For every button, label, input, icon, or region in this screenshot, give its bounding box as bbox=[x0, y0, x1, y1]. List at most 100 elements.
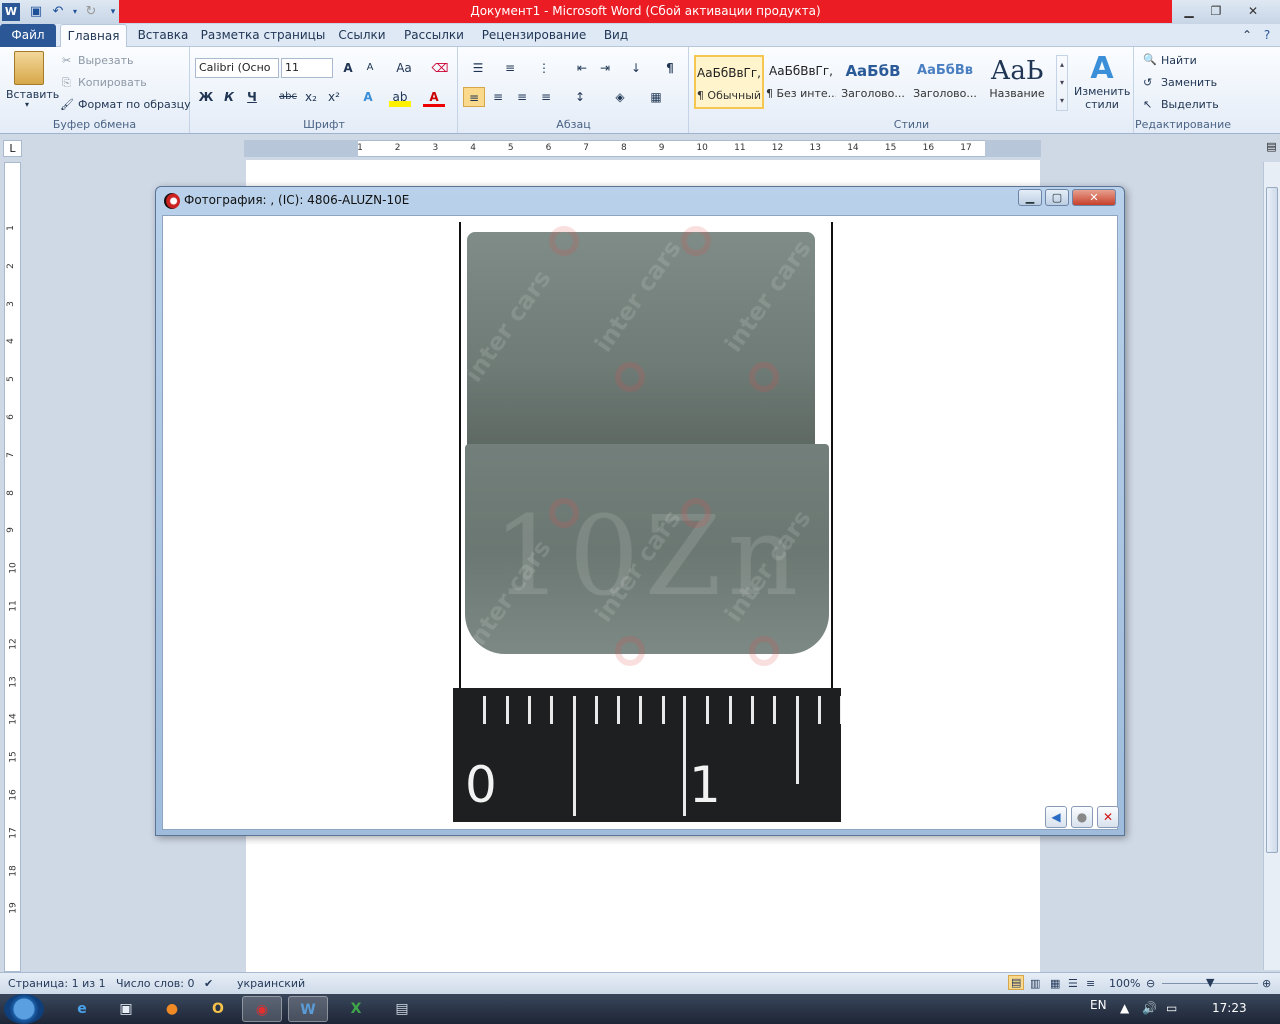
change-case-button[interactable]: Aa bbox=[391, 58, 417, 78]
change-styles-button[interactable]: A Изменить стили bbox=[1074, 53, 1130, 112]
tray-expand-icon[interactable]: ▲ bbox=[1120, 1001, 1129, 1015]
ruler-toggle-icon[interactable]: ▤ bbox=[1263, 140, 1280, 160]
dialog-close-button[interactable]: ✕ bbox=[1072, 189, 1116, 206]
spelling-check-icon[interactable]: ✔ bbox=[204, 977, 213, 990]
replace-button[interactable]: Заменить bbox=[1161, 76, 1217, 89]
text-effects-icon[interactable]: A bbox=[357, 87, 379, 107]
full-screen-reading-icon[interactable]: ▥ bbox=[1030, 977, 1040, 990]
vertical-ruler[interactable]: 1 2 3 4 5 6 7 8 9 10 11 12 13 14 15 16 17 18 19 bbox=[4, 162, 21, 972]
internet-explorer-icon[interactable]: e bbox=[62, 996, 102, 1022]
cut-button[interactable]: Вырезать bbox=[78, 54, 133, 67]
outline-icon[interactable]: ☰ bbox=[1068, 977, 1078, 990]
tab-references[interactable]: Ссылки bbox=[334, 24, 390, 47]
stop-button[interactable]: ● bbox=[1071, 806, 1093, 828]
italic-button[interactable]: К bbox=[218, 87, 240, 107]
save-app-icon[interactable]: ▣ bbox=[106, 996, 146, 1022]
highlight-icon[interactable]: ab bbox=[389, 87, 411, 107]
tab-selector[interactable]: L bbox=[3, 140, 22, 157]
select-button[interactable]: Выделить bbox=[1161, 98, 1219, 111]
word-app-icon[interactable]: W bbox=[2, 3, 20, 21]
superscript-button[interactable]: x² bbox=[323, 87, 345, 107]
justify-icon[interactable]: ≡ bbox=[535, 87, 557, 107]
tab-file[interactable]: Файл bbox=[0, 24, 56, 47]
sort-icon[interactable]: ↓ bbox=[625, 58, 647, 78]
print-layout-icon[interactable]: ▤ bbox=[1008, 975, 1025, 990]
minimize-ribbon-icon[interactable]: ⌃ bbox=[1238, 24, 1256, 47]
zoom-in-icon[interactable]: ⊕ bbox=[1262, 977, 1271, 990]
page-count[interactable]: Страница: 1 из 1 bbox=[8, 977, 106, 990]
zoom-out-icon[interactable]: ⊖ bbox=[1146, 977, 1155, 990]
font-size-combo[interactable]: 11 bbox=[281, 58, 333, 78]
close-photo-button[interactable]: ✕ bbox=[1097, 806, 1119, 828]
copy-button[interactable]: Копировать bbox=[78, 76, 147, 89]
volume-icon[interactable]: 🔊 bbox=[1142, 1001, 1157, 1015]
style-heading-2[interactable]: АаБбВв Заголово... bbox=[910, 55, 980, 109]
paste-icon[interactable] bbox=[14, 51, 44, 85]
bold-button[interactable]: Ж bbox=[195, 87, 217, 107]
format-painter-button[interactable]: Формат по образцу bbox=[78, 98, 191, 111]
style-no-spacing[interactable]: АаБбВвГг, ¶ Без инте... bbox=[766, 55, 836, 109]
clock[interactable]: 17:23 bbox=[1212, 1001, 1247, 1015]
tab-view[interactable]: Вид bbox=[598, 24, 634, 47]
undo-icon[interactable]: ↶ bbox=[49, 3, 67, 21]
numbering-icon[interactable]: ≡ bbox=[499, 58, 521, 78]
restore-button[interactable]: ❐ bbox=[1203, 2, 1229, 20]
start-button[interactable] bbox=[4, 994, 44, 1024]
font-name-combo[interactable]: Calibri (Осно bbox=[195, 58, 279, 78]
firefox-icon[interactable]: ● bbox=[152, 996, 192, 1022]
font-color-icon[interactable]: A bbox=[423, 87, 445, 107]
increase-indent-icon[interactable]: ⇥ bbox=[594, 58, 616, 78]
align-center-icon[interactable]: ≡ bbox=[487, 87, 509, 107]
shading-icon[interactable]: ◈ bbox=[609, 87, 631, 107]
subscript-button[interactable]: x₂ bbox=[300, 87, 322, 107]
draft-icon[interactable]: ≡ bbox=[1086, 977, 1095, 990]
keyboard-language[interactable]: EN bbox=[1090, 998, 1107, 1012]
tab-mailings[interactable]: Рассылки bbox=[398, 24, 470, 47]
align-right-icon[interactable]: ≡ bbox=[511, 87, 533, 107]
tab-review[interactable]: Рецензирование bbox=[478, 24, 590, 47]
paste-button[interactable]: Вставить bbox=[6, 88, 59, 101]
paste-dropdown-icon[interactable]: ▾ bbox=[25, 100, 29, 109]
bullets-icon[interactable]: ☰ bbox=[467, 58, 489, 78]
close-button[interactable]: ✕ bbox=[1240, 2, 1266, 20]
find-button[interactable]: Найти bbox=[1161, 54, 1197, 67]
web-layout-icon[interactable]: ▦ bbox=[1050, 977, 1060, 990]
decrease-indent-icon[interactable]: ⇤ bbox=[571, 58, 593, 78]
help-icon[interactable]: ? bbox=[1258, 24, 1276, 47]
tab-home[interactable]: Главная bbox=[60, 24, 127, 47]
scrollbar-thumb[interactable] bbox=[1266, 187, 1278, 853]
intercars-app-icon[interactable]: ◉ bbox=[242, 996, 282, 1022]
horizontal-ruler[interactable]: 3211234567891011121314151617 bbox=[244, 140, 1041, 157]
tab-page-layout[interactable]: Разметка страницы bbox=[200, 24, 326, 47]
dialog-maximize-button[interactable]: ▢ bbox=[1045, 189, 1069, 206]
grow-font-button[interactable]: A bbox=[337, 58, 359, 78]
underline-button[interactable]: Ч bbox=[241, 87, 263, 107]
shrink-font-button[interactable]: A bbox=[359, 58, 381, 78]
style-normal[interactable]: АаБбВвГг, ¶ Обычный bbox=[694, 55, 764, 109]
notepad-taskbar-icon[interactable]: ▤ bbox=[382, 996, 422, 1022]
vertical-scrollbar[interactable] bbox=[1263, 162, 1280, 970]
strikethrough-button[interactable]: abc bbox=[277, 87, 299, 107]
language-indicator[interactable]: украинский bbox=[237, 977, 305, 990]
dialog-minimize-button[interactable]: ▁ bbox=[1018, 189, 1042, 206]
show-marks-button[interactable]: ¶ bbox=[659, 58, 681, 78]
redo-icon[interactable]: ↻ bbox=[82, 3, 100, 21]
previous-photo-button[interactable]: ◀ bbox=[1045, 806, 1067, 828]
network-icon[interactable]: ▭ bbox=[1166, 1001, 1177, 1015]
word-count[interactable]: Число слов: 0 bbox=[116, 977, 195, 990]
style-title[interactable]: АаЬ Название bbox=[982, 55, 1052, 109]
clear-format-icon[interactable]: ⌫ bbox=[429, 58, 451, 78]
excel-taskbar-icon[interactable]: X bbox=[336, 996, 376, 1022]
style-heading-1[interactable]: АаБбВ Заголово... bbox=[838, 55, 908, 109]
zoom-level[interactable]: 100% bbox=[1109, 977, 1140, 990]
outlook-icon[interactable]: O bbox=[198, 996, 238, 1022]
line-spacing-icon[interactable]: ↕ bbox=[569, 87, 591, 107]
word-taskbar-icon[interactable]: W bbox=[288, 996, 328, 1022]
minimize-button[interactable]: ▁ bbox=[1176, 2, 1202, 20]
align-left-icon[interactable]: ≡ bbox=[463, 87, 485, 107]
tab-insert[interactable]: Вставка bbox=[134, 24, 192, 47]
styles-scroll[interactable]: ▴ ▾ ▾ bbox=[1056, 55, 1068, 111]
zoom-slider-thumb[interactable]: ▼ bbox=[1206, 976, 1214, 989]
save-icon[interactable]: ▣ bbox=[27, 3, 45, 21]
borders-icon[interactable]: ▦ bbox=[645, 87, 667, 107]
